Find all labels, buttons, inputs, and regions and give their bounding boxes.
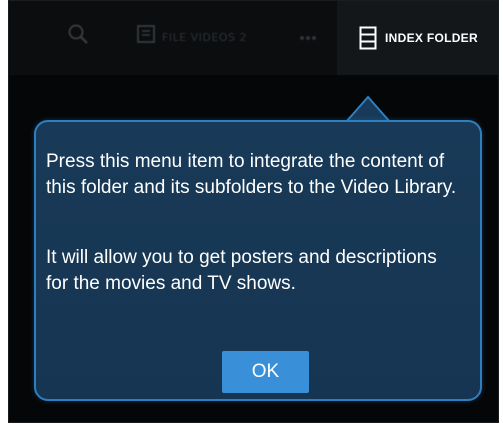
index-folder-label: INDEX FOLDER: [385, 31, 478, 45]
action-bar: FILE VIDEOS 2 INDEX FOLDER: [9, 1, 498, 75]
index-folder-tooltip-dialog: Press this menu item to integrate the co…: [34, 120, 482, 401]
search-icon[interactable]: [67, 23, 89, 45]
filter-label[interactable]: FILE VIDEOS 2: [162, 31, 247, 44]
filter-icon[interactable]: [135, 23, 157, 45]
dialog-message-1: Press this menu item to integrate the co…: [46, 151, 457, 198]
index-folder-menu-item[interactable]: INDEX FOLDER: [337, 1, 498, 75]
overflow-dots-icon[interactable]: [299, 35, 317, 41]
ok-button[interactable]: OK: [222, 351, 309, 393]
dialog-message-2: It will allow you to get posters and des…: [46, 247, 437, 294]
dialog-pointer-arrow: [346, 95, 390, 123]
film-strip-icon: [359, 26, 377, 50]
app-screen: FILE VIDEOS 2 INDEX FOLDER Press this me…: [8, 0, 499, 423]
